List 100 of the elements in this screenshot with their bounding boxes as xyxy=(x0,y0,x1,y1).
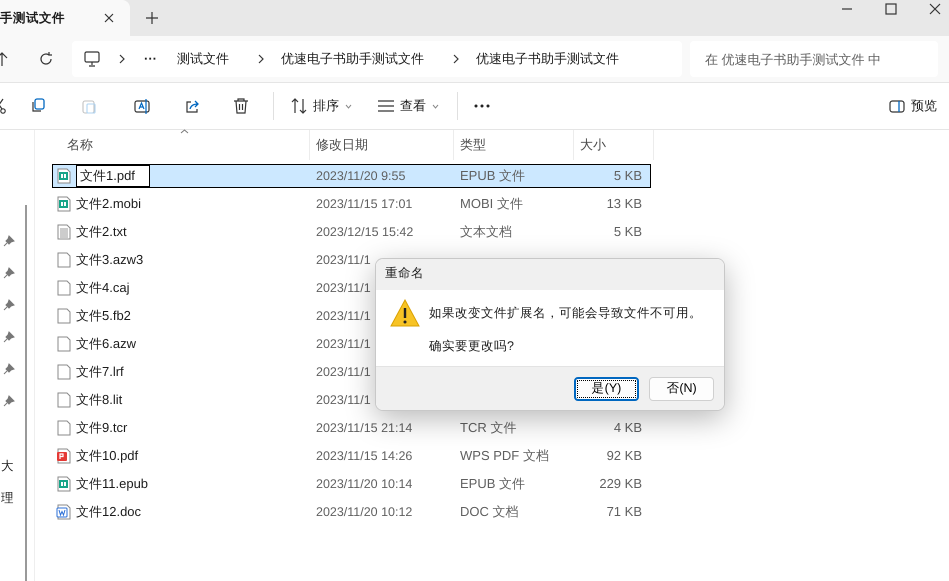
lines-icon xyxy=(378,100,394,112)
file-date: 2023/11/1 xyxy=(316,308,371,323)
file-name[interactable]: 文件3.azw3 xyxy=(76,250,144,270)
file-date: 2023/11/15 14:26 xyxy=(316,448,412,463)
file-date: 2023/11/1 xyxy=(316,364,371,379)
warning-icon xyxy=(390,299,420,327)
breadcrumb-link[interactable]: 优速电子书助手测试文件 xyxy=(466,49,629,69)
trash-icon xyxy=(233,98,249,114)
file-icon xyxy=(56,392,72,408)
file-type: WPS PDF 文档 xyxy=(460,448,549,464)
word-file-icon xyxy=(56,504,72,520)
chevron-icon[interactable] xyxy=(452,54,460,64)
computer-icon[interactable] xyxy=(84,51,100,67)
file-name[interactable]: 文件5.fb2 xyxy=(76,306,131,326)
caret-icon xyxy=(345,104,352,108)
sort-icon xyxy=(291,98,307,114)
file-type: 文本文档 xyxy=(460,224,512,240)
caret-icon xyxy=(432,104,439,108)
file-name[interactable]: 文件2.mobi xyxy=(76,194,142,214)
file-type: DOC 文档 xyxy=(460,504,518,520)
window-tab[interactable]: 手测试文件 xyxy=(0,0,130,36)
file-name[interactable]: 文件6.azw xyxy=(76,334,136,354)
yes-button[interactable]: 是(Y) xyxy=(574,376,639,400)
copy-button[interactable] xyxy=(30,98,46,114)
sort-menu-button[interactable]: 排序 xyxy=(291,96,352,116)
column-header[interactable]: 类型 xyxy=(454,130,574,160)
selected-file-row[interactable]: 文件1.pdf 2023/11/20 9:55 EPUB 文件 5 KB xyxy=(52,164,651,188)
rename-button[interactable] xyxy=(134,98,150,114)
maximize-icon[interactable] xyxy=(885,3,897,15)
file-date: 2023/11/1 xyxy=(316,336,371,351)
close-icon[interactable] xyxy=(929,3,941,15)
chevron-icon[interactable] xyxy=(257,54,265,64)
file-date: 2023/11/20 9:55 xyxy=(316,168,406,183)
dialog-question: 确实要更改吗? xyxy=(429,338,515,355)
file-icon xyxy=(56,364,72,380)
breadcrumb-link[interactable]: 测试文件 xyxy=(167,49,239,69)
view-menu-button[interactable]: 查看 xyxy=(378,96,439,116)
more-icon xyxy=(474,104,490,108)
file-date: 2023/12/15 15:42 xyxy=(316,224,414,239)
nav-item[interactable]: 理 xyxy=(1,489,14,508)
rename-field[interactable]: 文件1.pdf xyxy=(76,165,150,187)
close-icon[interactable] xyxy=(104,13,114,23)
file-icon xyxy=(56,336,72,352)
file-date: 2023/11/20 10:12 xyxy=(316,504,412,519)
sort-caret-icon xyxy=(180,129,189,134)
file-name[interactable]: 文件10.pdf xyxy=(76,446,138,466)
no-button[interactable]: 否(N) xyxy=(649,376,714,400)
more-button[interactable] xyxy=(474,104,490,108)
rename-icon xyxy=(134,98,150,114)
text-file-icon xyxy=(56,224,72,240)
new-tab-icon[interactable] xyxy=(146,12,158,24)
file-name[interactable]: 文件12.doc xyxy=(76,502,142,522)
file-name[interactable]: 文件11.epub xyxy=(76,474,148,494)
file-size: 71 KB xyxy=(606,504,642,520)
search-field[interactable]: 在 优速电子书助手测试文件 中 xyxy=(690,41,938,77)
path-overflow-button[interactable]: ··· xyxy=(134,49,167,69)
file-name[interactable]: 文件8.lit xyxy=(76,390,122,410)
file-name[interactable]: 文件2.txt xyxy=(76,222,127,242)
nav-item[interactable]: 大 xyxy=(1,457,14,476)
file-icon xyxy=(56,420,72,436)
pdf-file-icon xyxy=(56,448,72,464)
delete-button[interactable] xyxy=(233,98,249,114)
file-date: 2023/11/1 xyxy=(316,392,371,407)
refresh-icon[interactable] xyxy=(39,52,53,66)
file-size: 4 KB xyxy=(614,420,642,436)
file-date: 2023/11/15 21:14 xyxy=(316,420,412,435)
file-name[interactable]: 文件9.tcr xyxy=(76,418,128,438)
clipboard-icon xyxy=(81,98,97,114)
column-header[interactable]: 名称 xyxy=(52,130,310,160)
file-date: 2023/11/1 xyxy=(316,252,371,267)
file-type: MOBI 文件 xyxy=(460,196,523,212)
file-size: 13 KB xyxy=(606,196,642,212)
file-size: 5 KB xyxy=(614,168,642,184)
file-date: 2023/11/1 xyxy=(316,280,371,295)
copy-icon xyxy=(30,98,46,114)
ebook-file-icon xyxy=(56,196,72,212)
file-name[interactable]: 文件7.lrf xyxy=(76,362,124,382)
file-size: 5 KB xyxy=(614,224,642,240)
file-size: 92 KB xyxy=(606,448,642,464)
column-header[interactable]: 大小 xyxy=(574,130,654,160)
dialog-title: 重命名 xyxy=(385,266,424,280)
file-icon xyxy=(56,308,72,324)
file-date: 2023/11/15 17:01 xyxy=(316,196,412,211)
dialog-message: 如果改变文件扩展名，可能会导致文件不可用。 xyxy=(429,305,702,322)
panel-icon xyxy=(889,100,905,112)
chevron-icon[interactable] xyxy=(118,54,126,64)
file-size: 229 KB xyxy=(599,476,642,492)
tab-title: 手测试文件 xyxy=(0,10,65,27)
file-type: TCR 文件 xyxy=(460,420,516,436)
file-date: 2023/11/20 10:14 xyxy=(316,476,412,491)
ebook-file-icon xyxy=(56,168,72,184)
column-header[interactable]: 修改日期 xyxy=(310,130,454,160)
breadcrumb-link[interactable]: 优速电子书助手测试文件 xyxy=(271,49,434,69)
preview-pane-button[interactable]: 预览 xyxy=(889,96,937,116)
share-button[interactable] xyxy=(185,98,201,114)
file-type: EPUB 文件 xyxy=(460,168,526,184)
share-icon xyxy=(185,98,201,114)
file-name[interactable]: 文件4.caj xyxy=(76,278,130,298)
file-type: EPUB 文件 xyxy=(460,476,526,492)
file-icon xyxy=(56,280,72,296)
